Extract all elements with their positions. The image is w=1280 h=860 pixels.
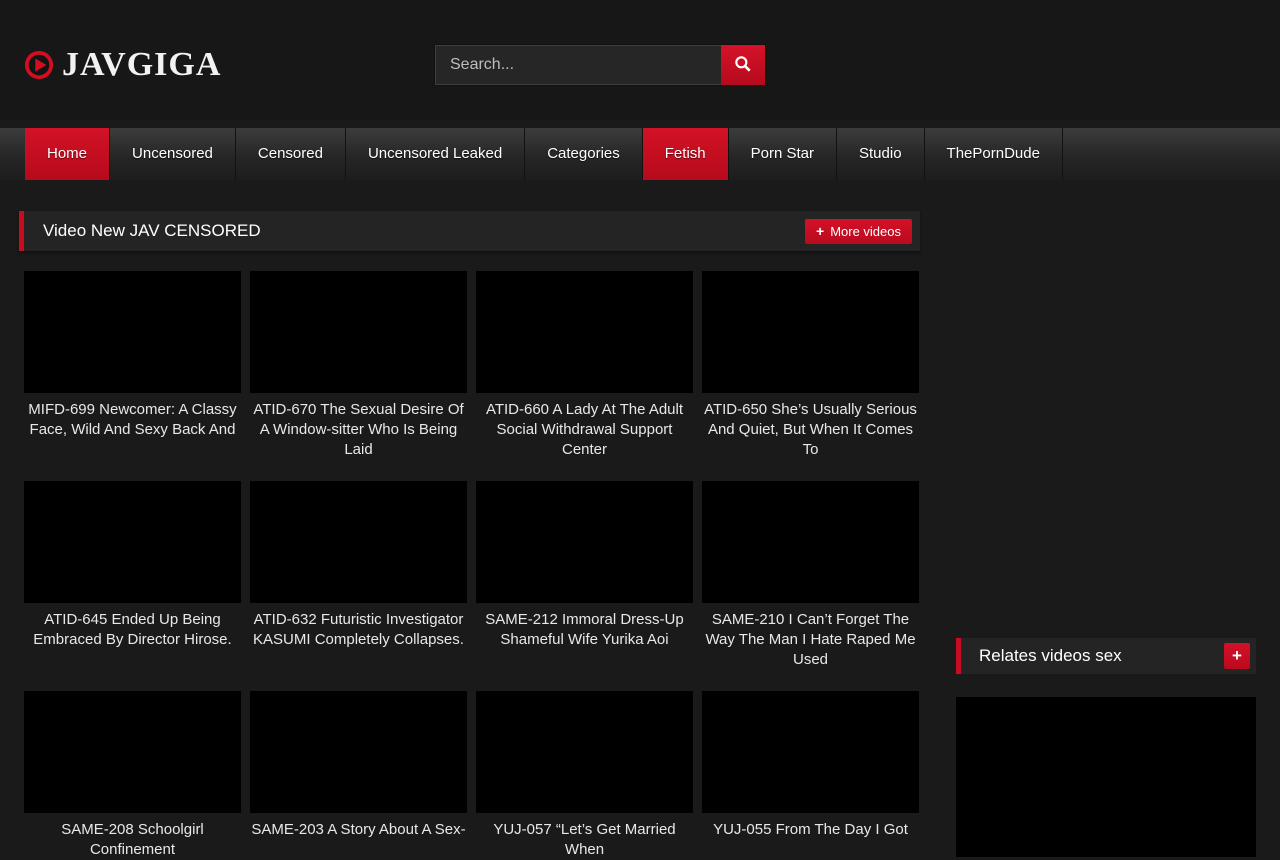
search-button[interactable]	[721, 45, 765, 85]
video-thumbnail[interactable]	[24, 481, 241, 603]
video-card[interactable]: YUJ-055 From The Day I Got	[702, 691, 919, 860]
video-card[interactable]: YUJ-057 “Let’s Get Married When	[476, 691, 693, 860]
nav-item[interactable]: Categories	[525, 128, 643, 180]
video-card[interactable]: SAME-210 I Can’t Forget The Way The Man …	[702, 481, 919, 670]
video-thumbnail[interactable]	[702, 691, 919, 813]
search-input[interactable]	[435, 45, 721, 85]
video-title[interactable]: ATID-645 Ended Up Being Embraced By Dire…	[24, 610, 241, 650]
nav-item[interactable]: Fetish	[643, 128, 729, 180]
sidebar-header: Relates videos sex +	[956, 638, 1256, 674]
video-card[interactable]: MIFD-699 Newcomer: A Classy Face, Wild A…	[24, 271, 241, 460]
video-title[interactable]: SAME-208 Schoolgirl Confinement	[24, 820, 241, 860]
video-card[interactable]: SAME-208 Schoolgirl Confinement	[24, 691, 241, 860]
video-title[interactable]: SAME-212 Immoral Dress-Up Shameful Wife …	[476, 610, 693, 650]
video-thumbnail[interactable]	[24, 271, 241, 393]
section-header: Video New JAV CENSORED + More videos	[19, 211, 920, 251]
video-grid: MIFD-699 Newcomer: A Classy Face, Wild A…	[24, 271, 920, 860]
video-thumbnail[interactable]	[476, 691, 693, 813]
top-header: JAVGIGA	[0, 0, 1280, 120]
plus-icon: +	[1232, 643, 1242, 669]
video-thumbnail[interactable]	[24, 691, 241, 813]
video-title[interactable]: ATID-670 The Sexual Desire Of A Window-s…	[250, 400, 467, 460]
video-card[interactable]: ATID-645 Ended Up Being Embraced By Dire…	[24, 481, 241, 670]
video-title[interactable]: SAME-210 I Can’t Forget The Way The Man …	[702, 610, 919, 670]
nav-item[interactable]: Censored	[236, 128, 346, 180]
video-title[interactable]: ATID-632 Futuristic Investigator KASUMI …	[250, 610, 467, 650]
video-card[interactable]: ATID-660 A Lady At The Adult Social With…	[476, 271, 693, 460]
sidebar-video-thumbnail[interactable]	[956, 697, 1256, 857]
sidebar-more-button[interactable]: +	[1224, 643, 1250, 669]
more-videos-button[interactable]: + More videos	[805, 219, 912, 244]
related-sidebar: Relates videos sex +	[956, 638, 1256, 857]
plus-icon: +	[816, 224, 824, 238]
video-thumbnail[interactable]	[702, 481, 919, 603]
video-card[interactable]: SAME-212 Immoral Dress-Up Shameful Wife …	[476, 481, 693, 670]
video-title[interactable]: ATID-660 A Lady At The Adult Social With…	[476, 400, 693, 460]
search-bar	[434, 44, 766, 86]
more-videos-label: More videos	[830, 224, 901, 239]
section-title: Video New JAV CENSORED	[43, 221, 261, 241]
play-icon	[24, 50, 54, 80]
video-card[interactable]: ATID-632 Futuristic Investigator KASUMI …	[250, 481, 467, 670]
video-thumbnail[interactable]	[250, 271, 467, 393]
video-thumbnail[interactable]	[476, 481, 693, 603]
sidebar-title: Relates videos sex	[979, 646, 1122, 666]
video-card[interactable]: ATID-650 She’s Usually Serious And Quiet…	[702, 271, 919, 460]
video-title[interactable]: ATID-650 She’s Usually Serious And Quiet…	[702, 400, 919, 460]
nav-item[interactable]: Uncensored Leaked	[346, 128, 525, 180]
video-title[interactable]: YUJ-055 From The Day I Got	[702, 820, 919, 860]
video-thumbnail[interactable]	[250, 691, 467, 813]
video-title[interactable]: MIFD-699 Newcomer: A Classy Face, Wild A…	[24, 400, 241, 440]
video-thumbnail[interactable]	[476, 271, 693, 393]
search-icon	[733, 54, 753, 77]
site-logo[interactable]: JAVGIGA	[24, 46, 221, 84]
nav-list: HomeUncensoredCensoredUncensored LeakedC…	[25, 128, 1280, 180]
main-content: Video New JAV CENSORED + More videos MIF…	[19, 211, 920, 251]
video-title[interactable]: YUJ-057 “Let’s Get Married When	[476, 820, 693, 860]
main-nav: HomeUncensoredCensoredUncensored LeakedC…	[0, 128, 1280, 180]
video-card[interactable]: SAME-203 A Story About A Sex-	[250, 691, 467, 860]
nav-item[interactable]: Home	[25, 128, 110, 180]
video-thumbnail[interactable]	[250, 481, 467, 603]
nav-item[interactable]: Uncensored	[110, 128, 236, 180]
video-card[interactable]: ATID-670 The Sexual Desire Of A Window-s…	[250, 271, 467, 460]
logo-text: JAVGIGA	[62, 46, 221, 84]
video-title[interactable]: SAME-203 A Story About A Sex-	[250, 820, 467, 860]
video-thumbnail[interactable]	[702, 271, 919, 393]
nav-item[interactable]: ThePornDude	[925, 128, 1063, 180]
nav-item[interactable]: Porn Star	[729, 128, 837, 180]
nav-item[interactable]: Studio	[837, 128, 925, 180]
